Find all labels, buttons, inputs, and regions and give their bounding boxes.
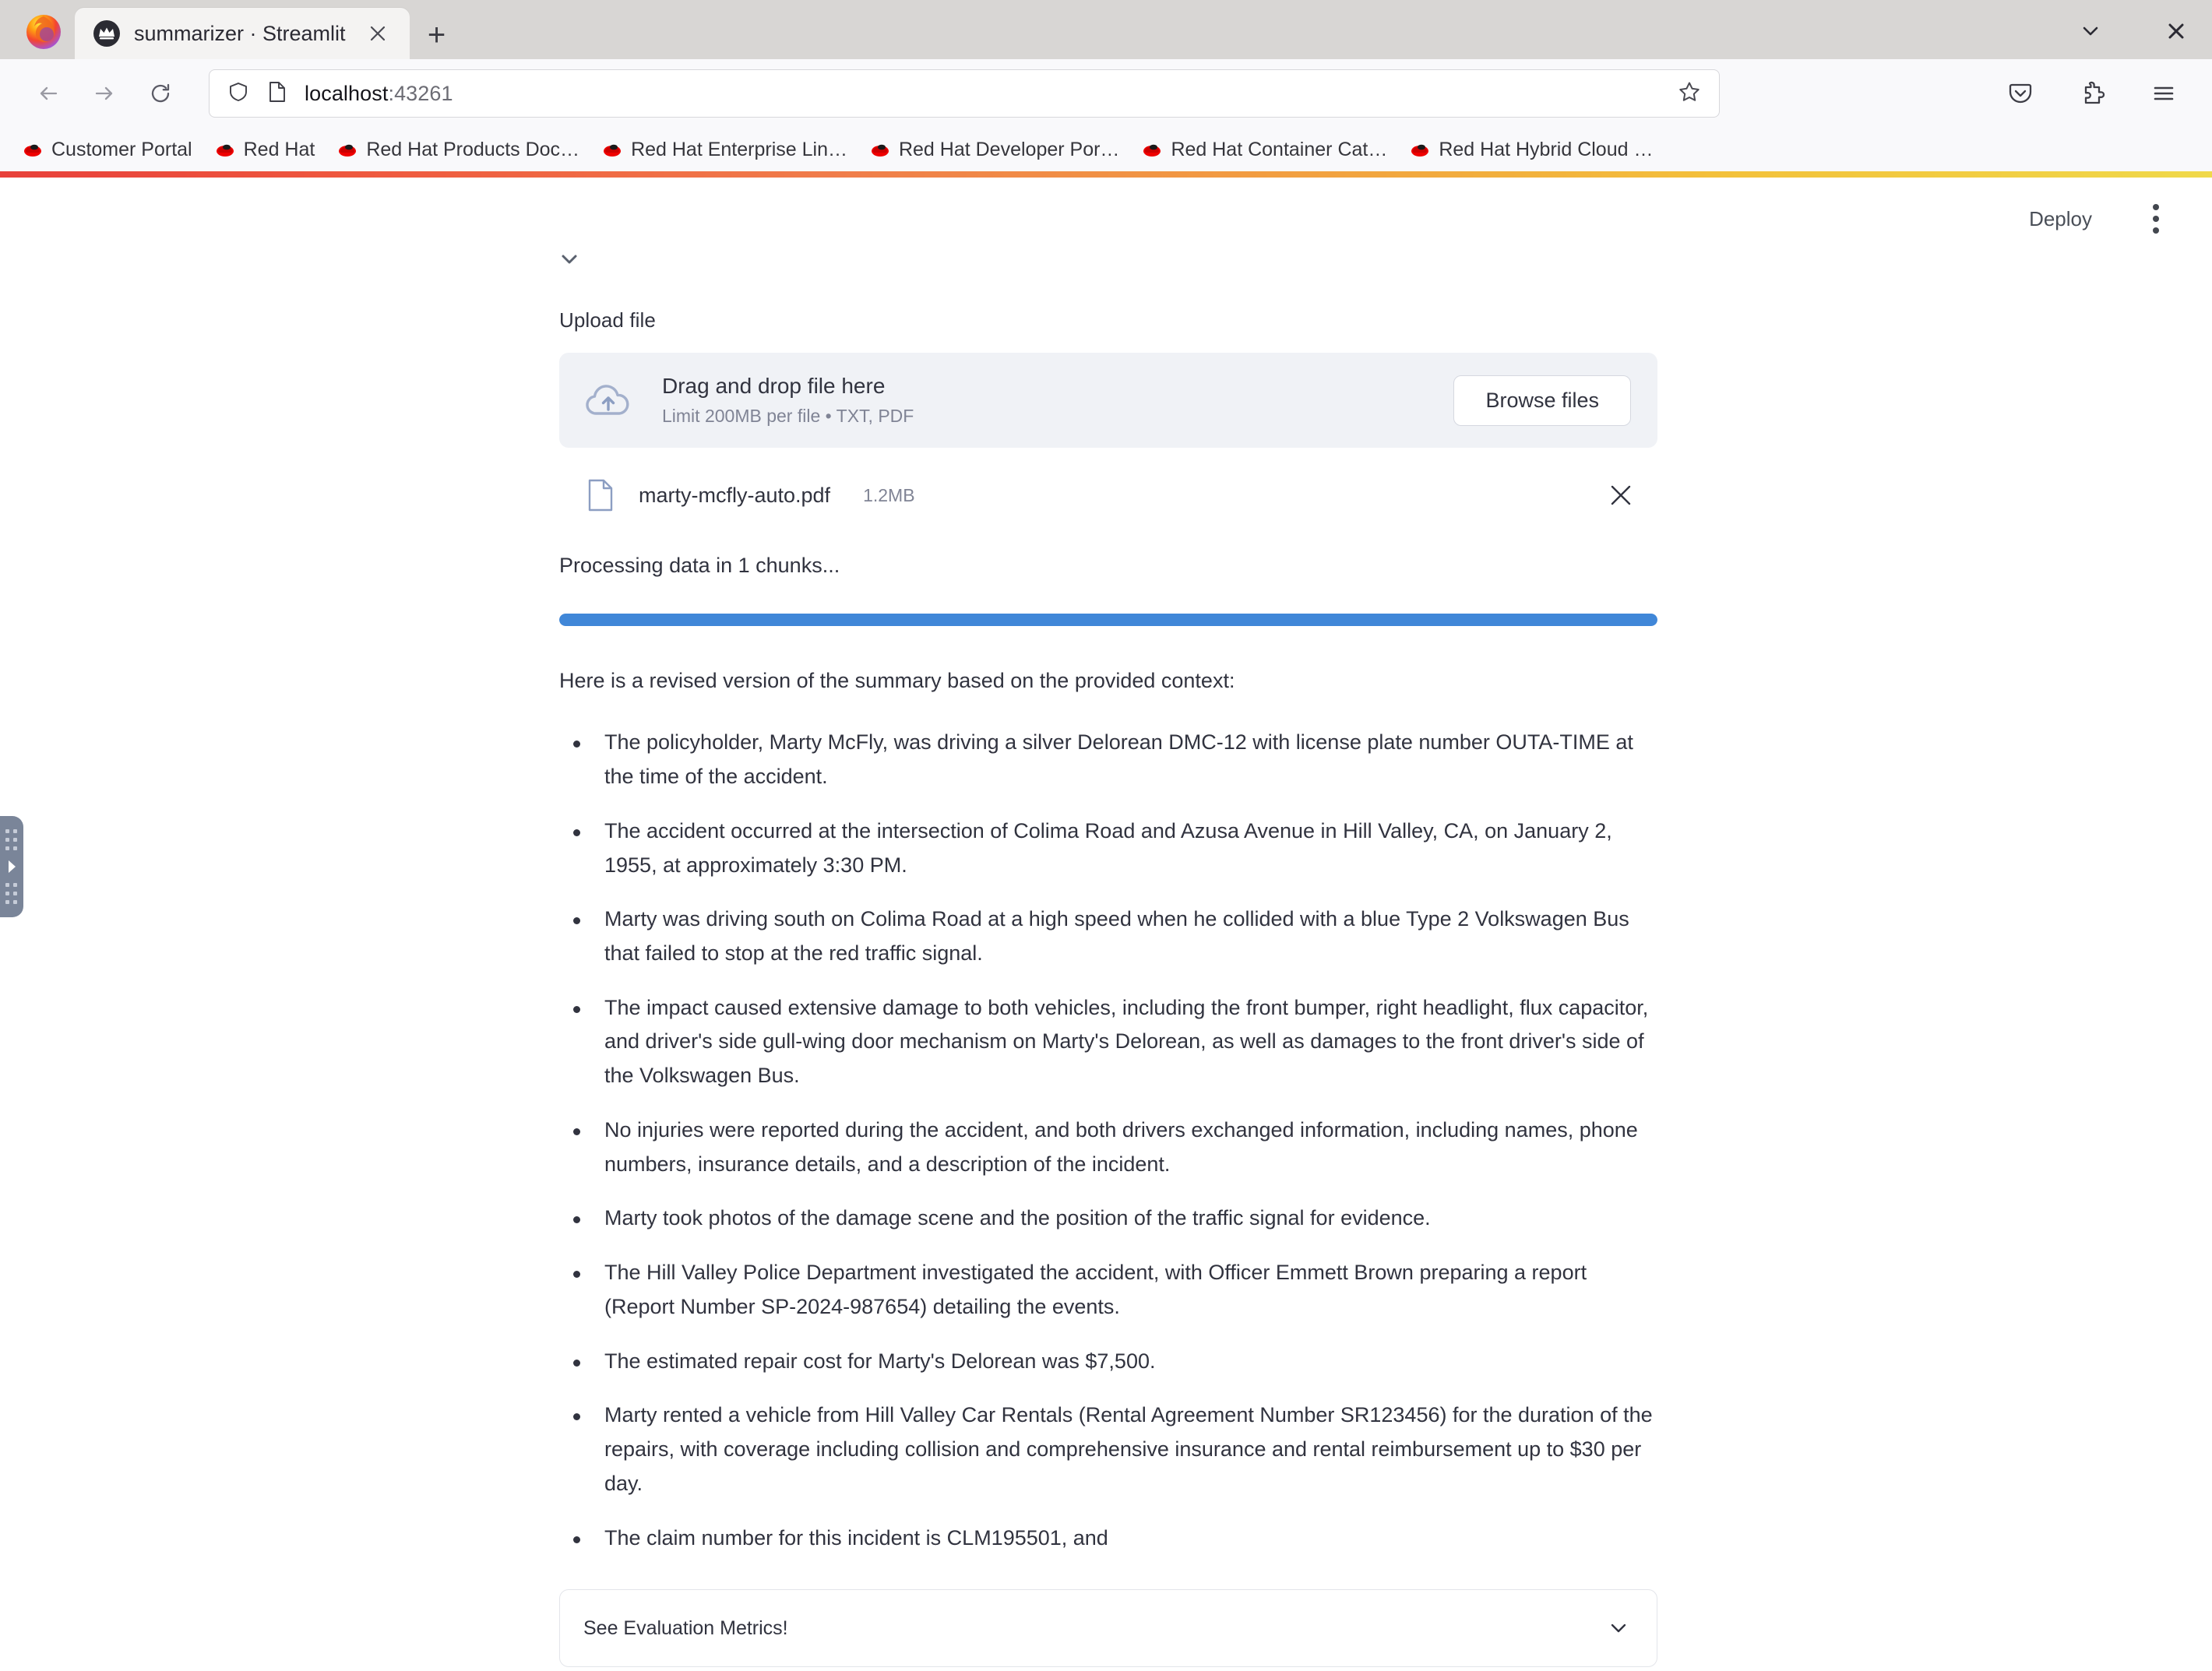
url-host: localhost [305, 81, 389, 105]
extensions-icon[interactable] [2070, 72, 2114, 115]
redhat-icon [214, 139, 236, 160]
redhat-icon [1141, 139, 1163, 160]
bookmarks-bar: Customer Portal Red Hat Red Hat Products… [0, 128, 2212, 171]
bookmark-item[interactable]: Red Hat Developer Por… [858, 134, 1130, 166]
main-content-column: Upload file Drag and drop file here Limi… [559, 255, 1657, 1668]
bookmark-item[interactable]: Red Hat Hybrid Cloud … [1398, 134, 1664, 166]
list-item: The accident occurred at the intersectio… [559, 814, 1657, 882]
bookmark-label: Customer Portal [51, 138, 192, 160]
address-bar[interactable]: localhost:43261 [209, 69, 1720, 118]
browse-files-button[interactable]: Browse files [1453, 375, 1631, 426]
dropzone-subtitle: Limit 200MB per file • TXT, PDF [662, 406, 914, 426]
bookmark-label: Red Hat Developer Por… [898, 138, 1120, 160]
list-item: Marty took photos of the damage scene an… [559, 1201, 1657, 1236]
clipped-selectbox-chevron-icon [559, 255, 1657, 308]
firefox-logo-icon [23, 11, 64, 51]
cloud-upload-icon [583, 380, 637, 420]
bookmark-label: Red Hat Container Cat… [1171, 138, 1388, 160]
pocket-icon[interactable] [1999, 72, 2042, 115]
list-item: The impact caused extensive damage to bo… [559, 991, 1657, 1093]
upload-file-label: Upload file [559, 308, 656, 332]
deploy-button[interactable]: Deploy [2018, 201, 2103, 237]
evaluation-metrics-expander[interactable]: See Evaluation Metrics! [559, 1589, 1657, 1668]
app-header: Deploy [0, 178, 2212, 260]
tab-close-icon[interactable] [360, 16, 396, 51]
window-controls [2073, 14, 2193, 48]
bookmark-label: Red Hat Hybrid Cloud … [1439, 138, 1654, 160]
chevron-down-icon[interactable] [1607, 1616, 1630, 1640]
redhat-icon [1409, 139, 1431, 160]
bookmark-label: Red Hat [243, 138, 315, 160]
list-item: The claim number for this incident is CL… [559, 1521, 1657, 1556]
remove-file-icon[interactable] [1600, 474, 1642, 516]
browser-window: summarizer · Streamlit + localhost:43261… [0, 0, 2212, 1671]
list-item: The Hill Valley Police Department invest… [559, 1256, 1657, 1324]
uploaded-file-name: marty-mcfly-auto.pdf [639, 483, 831, 507]
forward-button[interactable] [76, 65, 132, 121]
list-item: No injuries were reported during the acc… [559, 1113, 1657, 1181]
menu-icon[interactable] [2142, 72, 2186, 115]
tab-title: summarizer · Streamlit [134, 21, 346, 45]
processing-status-text: Processing data in 1 chunks... [559, 554, 840, 577]
bookmark-label: Red Hat Enterprise Lin… [631, 138, 847, 160]
back-button[interactable] [20, 65, 76, 121]
bookmark-star-icon[interactable] [1677, 79, 1702, 108]
navigation-toolbar: localhost:43261 [0, 59, 2212, 128]
uploaded-file-size: 1.2MB [863, 484, 915, 505]
progress-bar-fill [559, 614, 1657, 626]
new-tab-button[interactable]: + [419, 17, 455, 53]
bookmark-item[interactable]: Red Hat Container Cat… [1130, 134, 1398, 166]
redhat-icon [601, 139, 623, 160]
bookmark-item[interactable]: Red Hat [203, 134, 326, 166]
list-all-tabs-icon[interactable] [2073, 14, 2108, 48]
summary-intro-text: Here is a revised version of the summary… [559, 669, 1235, 692]
shield-icon[interactable] [227, 80, 250, 107]
bookmark-item[interactable]: Customer Portal [11, 134, 203, 166]
streamlit-app: Deploy Upload file Drag and drop file he… [0, 178, 2212, 1671]
redhat-icon [22, 139, 44, 160]
list-item: Marty was driving south on Colima Road a… [559, 902, 1657, 970]
bookmark-item[interactable]: Red Hat Products Doc… [326, 134, 590, 166]
list-item: Marty rented a vehicle from Hill Valley … [559, 1398, 1657, 1500]
dropzone-texts: Drag and drop file here Limit 200MB per … [662, 374, 914, 427]
browser-tab[interactable]: summarizer · Streamlit [75, 8, 410, 59]
redhat-icon [336, 139, 358, 160]
page-load-indicator [0, 171, 2212, 178]
reload-button[interactable] [132, 65, 188, 121]
uploaded-file-row: marty-mcfly-auto.pdf 1.2MB [559, 448, 1657, 543]
tab-strip: summarizer · Streamlit + [0, 0, 2212, 59]
progress-bar [559, 614, 1657, 626]
list-item: The estimated repair cost for Marty's De… [559, 1345, 1657, 1379]
page-icon [267, 80, 287, 107]
redhat-icon [869, 139, 891, 160]
url-text: localhost:43261 [305, 82, 453, 106]
bookmark-label: Red Hat Products Doc… [366, 138, 580, 160]
close-window-icon[interactable] [2159, 14, 2193, 48]
bookmark-item[interactable]: Red Hat Enterprise Lin… [590, 134, 858, 166]
toolbar-right-icons [1999, 72, 2192, 115]
kebab-menu-icon[interactable] [2134, 197, 2178, 241]
summary-bullet-list: The policyholder, Marty McFly, was drivi… [559, 726, 1657, 1555]
file-dropzone[interactable]: Drag and drop file here Limit 200MB per … [559, 353, 1657, 448]
expander-label: See Evaluation Metrics! [583, 1616, 788, 1639]
file-icon [587, 479, 617, 512]
dropzone-title: Drag and drop file here [662, 374, 886, 398]
streamlit-crown-icon [93, 20, 120, 47]
url-port: :43261 [388, 81, 453, 105]
list-item: The policyholder, Marty McFly, was drivi… [559, 726, 1657, 793]
expand-sidebar-icon[interactable] [0, 816, 23, 917]
